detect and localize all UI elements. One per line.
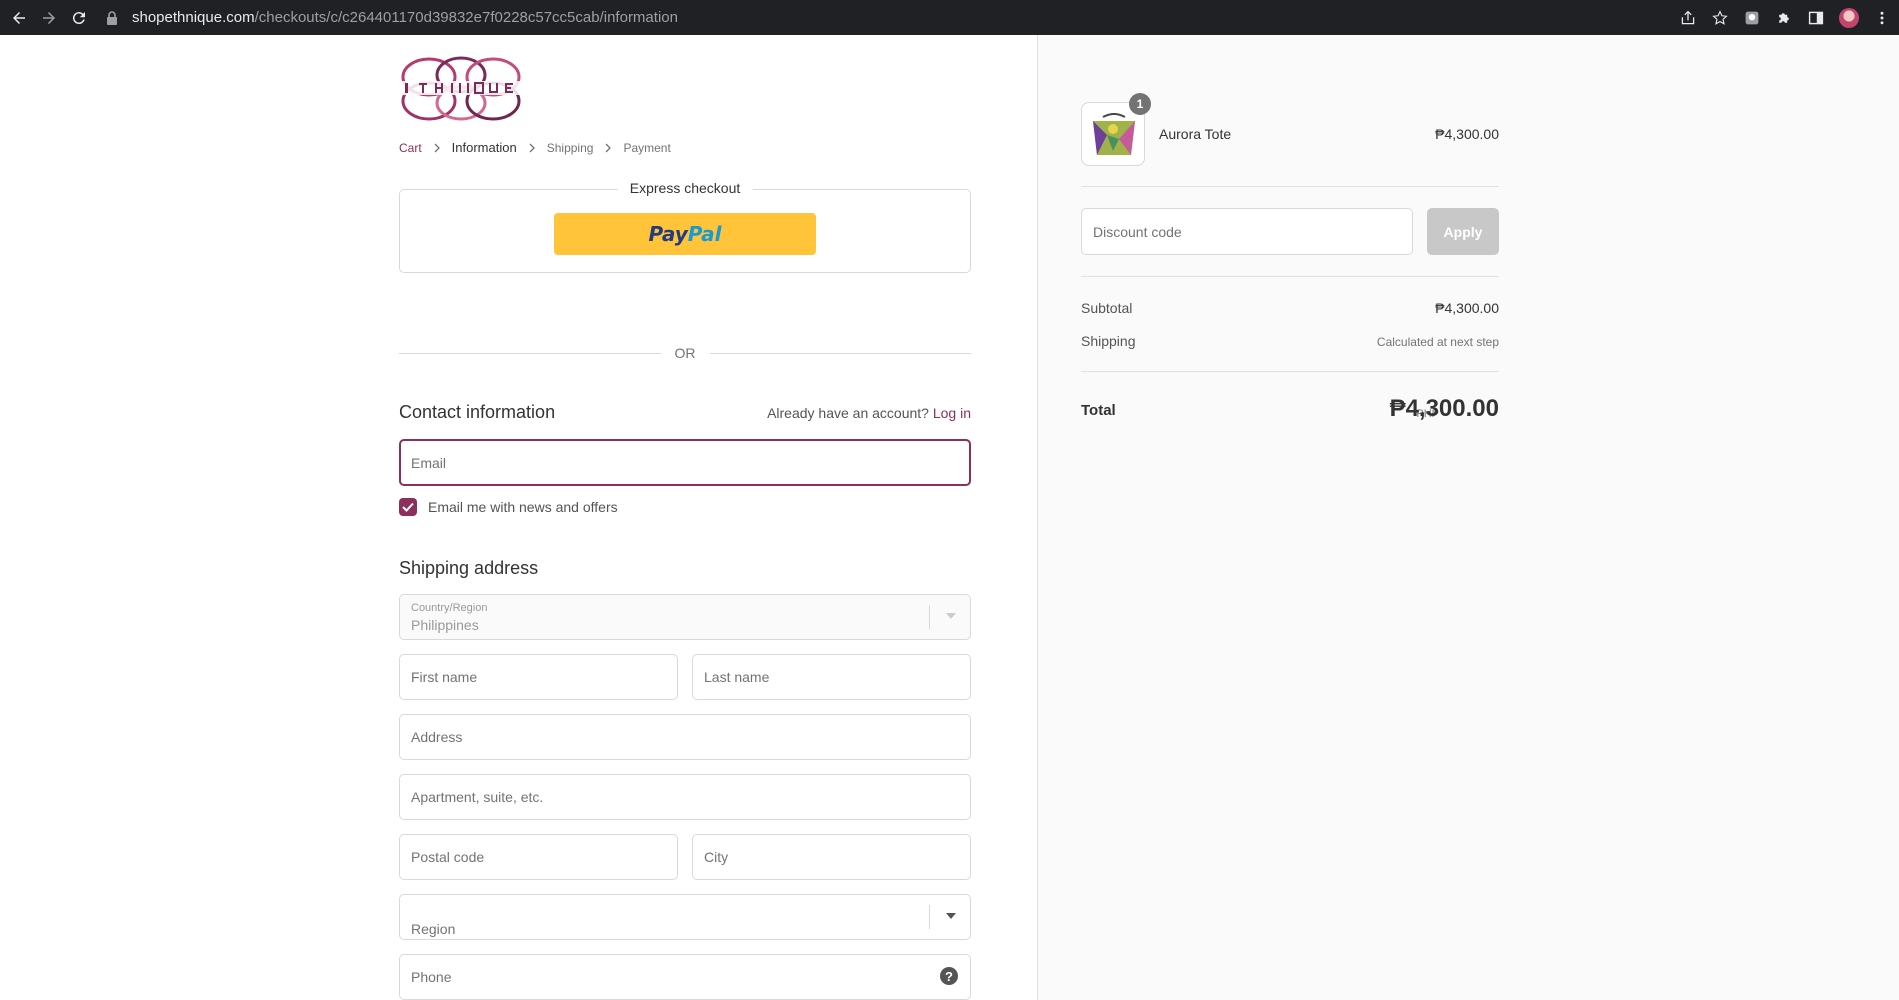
- divider-line: [709, 352, 971, 354]
- first-name-placeholder: First name: [411, 669, 478, 685]
- newsletter-checkbox[interactable]: [399, 498, 417, 516]
- breadcrumb-cart[interactable]: Cart: [399, 141, 422, 155]
- product-thumbnail: 1: [1081, 93, 1151, 166]
- breadcrumb-shipping: Shipping: [546, 140, 594, 155]
- express-checkout-title: Express checkout: [617, 180, 753, 196]
- paypal-label-pal: Pal: [687, 222, 722, 246]
- email-field[interactable]: Email: [399, 439, 971, 486]
- newsletter-checkbox-row[interactable]: Email me with news and offers: [399, 498, 618, 516]
- shipping-value: Calculated at next step: [1376, 335, 1499, 349]
- star-icon[interactable]: [1711, 9, 1729, 27]
- chevron-right-icon: [529, 143, 535, 152]
- address-bar[interactable]: shopethnique.com/checkouts/c/c264401170d…: [106, 0, 678, 35]
- phone-placeholder: Phone: [411, 969, 452, 985]
- reload-icon[interactable]: [68, 7, 90, 29]
- chevron-down-icon: [946, 913, 956, 919]
- discount-placeholder: Discount code: [1093, 223, 1182, 240]
- quantity-badge: 1: [1129, 93, 1151, 115]
- phone-field[interactable]: Phone ?: [399, 954, 971, 1000]
- address-placeholder: Address: [411, 729, 463, 745]
- select-divider: [929, 605, 930, 629]
- or-divider: OR: [399, 345, 971, 361]
- summary-divider: [1081, 186, 1499, 187]
- shipping-title: Shipping address: [399, 558, 539, 578]
- subtotal-value: ₱4,300.00: [1435, 300, 1499, 316]
- puzzle-icon[interactable]: [1775, 9, 1793, 27]
- lock-icon[interactable]: [106, 10, 118, 25]
- apply-button[interactable]: Apply: [1427, 208, 1499, 255]
- extension-icon[interactable]: [1743, 9, 1761, 27]
- profile-avatar[interactable]: [1839, 7, 1859, 28]
- paypal-button[interactable]: Pay Pal: [554, 213, 816, 255]
- country-value: Philippines: [411, 617, 479, 633]
- product-name: Aurora Tote: [1159, 126, 1232, 142]
- back-arrow-icon[interactable]: [8, 7, 30, 29]
- region-select[interactable]: Region: [399, 894, 971, 940]
- forward-arrow-icon[interactable]: [38, 7, 60, 29]
- account-prompt: Already have an account? Log in: [767, 405, 971, 421]
- url-host: shopethnique.com: [132, 9, 255, 26]
- apartment-placeholder: Apartment, suite, etc.: [411, 789, 544, 805]
- breadcrumb: Cart Information Shipping Payment: [399, 140, 671, 155]
- paypal-label-pay: Pay: [648, 222, 688, 246]
- last-name-field[interactable]: Last name: [692, 654, 971, 700]
- breadcrumb-information: Information: [451, 140, 517, 155]
- chevron-right-icon: [605, 143, 612, 152]
- country-label: Country/Region: [411, 602, 488, 614]
- browser-toolbar: shopethnique.com/checkouts/c/c264401170d…: [0, 0, 1899, 35]
- last-name-placeholder: Last name: [704, 669, 770, 685]
- browser-actions: [1679, 0, 1899, 35]
- city-placeholder: City: [704, 849, 729, 865]
- order-summary: [1037, 35, 1899, 1000]
- contact-title: Contact information: [399, 402, 556, 422]
- divider-line: [399, 352, 661, 354]
- help-icon[interactable]: ?: [940, 967, 958, 985]
- shipping-label: Shipping: [1081, 333, 1136, 349]
- chevron-down-icon: [946, 613, 956, 619]
- checkmark-icon: [402, 502, 414, 512]
- postal-code-field[interactable]: Postal code: [399, 834, 678, 880]
- newsletter-label: Email me with news and offers: [428, 499, 618, 515]
- chevron-right-icon: [434, 143, 440, 152]
- first-name-field[interactable]: First name: [399, 654, 678, 700]
- summary-divider: [1081, 371, 1499, 372]
- apartment-field[interactable]: Apartment, suite, etc.: [399, 774, 971, 820]
- account-prompt-text: Already have an account?: [767, 405, 929, 421]
- or-text: OR: [674, 345, 696, 361]
- share-icon[interactable]: [1679, 9, 1697, 27]
- ethnique-logo[interactable]: [399, 55, 523, 121]
- breadcrumb-payment: Payment: [623, 140, 671, 155]
- select-divider: [929, 905, 930, 929]
- express-checkout: Express checkout Pay Pal: [399, 180, 971, 273]
- total-value: ₱4,300.00: [1389, 395, 1499, 422]
- subtotal-label: Subtotal: [1081, 300, 1133, 316]
- city-field[interactable]: City: [692, 834, 971, 880]
- address-field[interactable]: Address: [399, 714, 971, 760]
- menu-dots-icon[interactable]: [1873, 9, 1891, 27]
- region-placeholder: Region: [411, 921, 456, 937]
- summary-divider: [1081, 276, 1499, 277]
- email-placeholder: Email: [411, 454, 447, 471]
- url-path: /checkouts/c/c264401170d39832e7f0228c57c…: [254, 9, 678, 26]
- country-select[interactable]: Country/Region Philippines: [399, 594, 971, 640]
- product-price: ₱4,300.00: [1435, 126, 1499, 142]
- postal-code-placeholder: Postal code: [411, 849, 485, 865]
- total-label: Total: [1081, 402, 1116, 419]
- discount-code-input[interactable]: Discount code: [1081, 208, 1413, 255]
- login-link[interactable]: Log in: [933, 405, 971, 421]
- product-image: [1093, 113, 1135, 155]
- sidepanel-icon[interactable]: [1807, 9, 1825, 27]
